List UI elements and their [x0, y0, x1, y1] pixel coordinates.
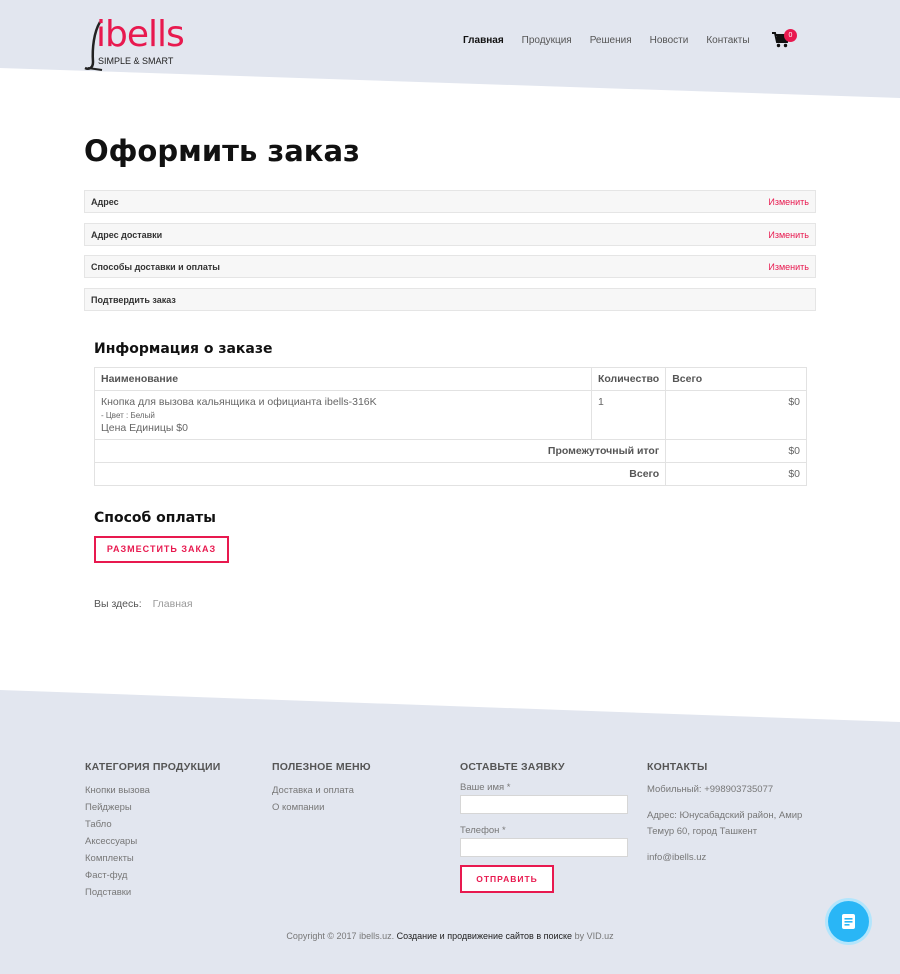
- contact-address: Адрес: Юнусабадский район, Амир Темур 60…: [647, 810, 803, 837]
- logo-word: ibells: [96, 14, 185, 55]
- step-address[interactable]: Адрес Изменить: [84, 190, 816, 213]
- step-edit-link[interactable]: Изменить: [768, 230, 809, 240]
- page-title: Оформить заказ: [84, 134, 360, 168]
- col-header-name: Наименование: [94, 367, 592, 391]
- name-field-label: Ваше имя *: [460, 782, 511, 793]
- footer-contacts-title: КОНТАКТЫ: [647, 761, 708, 773]
- product-name[interactable]: Кнопка для вызова кальянщика и официанта…: [101, 396, 585, 409]
- footer-link[interactable]: Кнопки вызова: [85, 782, 220, 799]
- phone-field-label: Телефон *: [460, 825, 506, 836]
- product-qty: 1: [590, 390, 667, 440]
- logo-tagline: SIMPLE & SMART: [98, 56, 174, 66]
- grand-total-value: $0: [665, 462, 807, 486]
- contact-email[interactable]: info@ibells.uz: [647, 850, 812, 866]
- col-header-qty: Количество: [590, 367, 667, 391]
- product-cell: Кнопка для вызова кальянщика и официанта…: [94, 390, 592, 440]
- footer-categories: КАТЕГОРИЯ ПРОДУКЦИИ Кнопки вызова Пейдже…: [85, 761, 220, 901]
- nav-item-solutions[interactable]: Решения: [590, 35, 632, 46]
- copyright-by: by VID.uz: [572, 931, 614, 941]
- footer-link[interactable]: Подставки: [85, 884, 220, 901]
- footer-link[interactable]: О компании: [272, 799, 371, 816]
- table-row: Кнопка для вызова кальянщика и официанта…: [94, 390, 807, 440]
- copyright-text: Copyright © 2017 ibells.uz.: [286, 931, 397, 941]
- chat-icon: [842, 914, 855, 929]
- step-edit-link[interactable]: Изменить: [768, 262, 809, 272]
- subtotal-label: Промежуточный итог: [93, 439, 667, 463]
- col-header-total: Всего: [665, 367, 807, 391]
- subtotal-value: $0: [665, 439, 807, 463]
- name-input[interactable]: [460, 795, 628, 814]
- breadcrumb-home-link[interactable]: Главная: [153, 598, 193, 610]
- main-nav: Главная Продукция Решения Новости Контак…: [463, 35, 750, 46]
- grand-total-row: Всего $0: [93, 462, 807, 486]
- cart-count-badge: 0: [784, 29, 797, 42]
- step-confirm-order[interactable]: Подтвердить заказ: [84, 288, 816, 311]
- footer-link[interactable]: Доставка и оплата: [272, 782, 371, 799]
- nav-item-news[interactable]: Новости: [650, 35, 689, 46]
- table-header-row: Наименование Количество Всего: [94, 367, 807, 391]
- unit-price: Цена Единицы $0: [101, 422, 188, 434]
- step-label: Адрес: [91, 197, 119, 207]
- site-logo[interactable]: ibells SIMPLE & SMART: [84, 14, 194, 72]
- footer-contacts: КОНТАКТЫ Мобильный: +998903735077 Адрес:…: [647, 761, 812, 866]
- phone-input[interactable]: [460, 838, 628, 857]
- contact-mobile: Мобильный: +998903735077: [647, 784, 774, 795]
- copyright-link[interactable]: Создание и продвижение сайтов в поиске: [397, 931, 572, 941]
- step-shipping-address[interactable]: Адрес доставки Изменить: [84, 223, 816, 246]
- footer-link[interactable]: Пейджеры: [85, 799, 220, 816]
- nav-item-home[interactable]: Главная: [463, 35, 504, 46]
- breadcrumb: Вы здесь: Главная: [94, 598, 193, 610]
- step-label: Подтвердить заказ: [91, 295, 176, 305]
- footer-form-title: ОСТАВЬТЕ ЗАЯВКУ: [460, 761, 565, 773]
- breadcrumb-prefix: Вы здесь:: [94, 598, 142, 610]
- footer-request-form: ОСТАВЬТЕ ЗАЯВКУ Ваше имя * Телефон * ОТП…: [460, 761, 628, 893]
- step-label: Способы доставки и оплаты: [91, 262, 220, 272]
- send-button[interactable]: ОТПРАВИТЬ: [460, 865, 554, 893]
- footer-categories-title: КАТЕГОРИЯ ПРОДУКЦИИ: [85, 761, 221, 773]
- copyright: Copyright © 2017 ibells.uz. Создание и п…: [0, 931, 900, 941]
- order-info-heading: Информация о заказе: [94, 341, 273, 357]
- subtotal-row: Промежуточный итог $0: [93, 439, 807, 463]
- step-shipping-payment[interactable]: Способы доставки и оплаты Изменить: [84, 255, 816, 278]
- payment-heading: Способ оплаты: [94, 510, 216, 526]
- footer-link[interactable]: Фаст-фуд: [85, 867, 220, 884]
- product-total: $0: [665, 390, 807, 440]
- footer-link[interactable]: Табло: [85, 816, 220, 833]
- step-label: Адрес доставки: [91, 230, 163, 240]
- product-option: - Цвет : Белый: [101, 411, 155, 420]
- footer-link[interactable]: Комплекты: [85, 850, 220, 867]
- order-table: Наименование Количество Всего Кнопка для…: [93, 367, 807, 486]
- footer-link[interactable]: Аксессуары: [85, 833, 220, 850]
- grand-total-label: Всего: [93, 462, 667, 486]
- place-order-button[interactable]: РАЗМЕСТИТЬ ЗАКАЗ: [94, 536, 229, 563]
- nav-item-products[interactable]: Продукция: [522, 35, 572, 46]
- footer-menu-title: ПОЛЕЗНОЕ МЕНЮ: [272, 761, 371, 773]
- footer-useful-menu: ПОЛЕЗНОЕ МЕНЮ Доставка и оплата О компан…: [272, 761, 371, 816]
- step-edit-link[interactable]: Изменить: [768, 197, 809, 207]
- nav-item-contacts[interactable]: Контакты: [706, 35, 749, 46]
- chat-widget-button[interactable]: [828, 901, 869, 942]
